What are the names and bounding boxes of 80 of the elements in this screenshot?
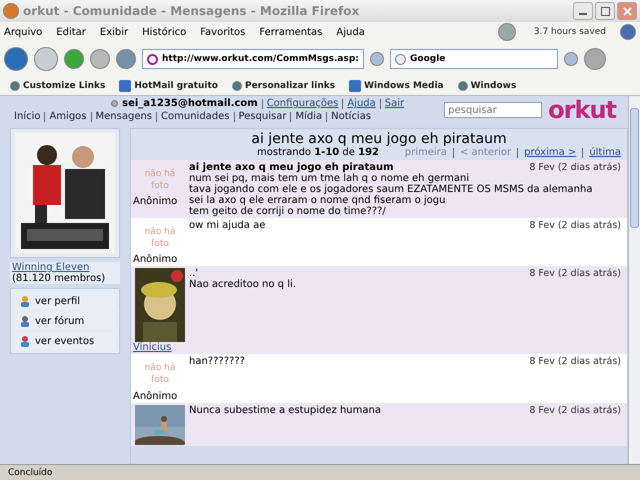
- nav-link[interactable]: Notícias: [331, 111, 372, 122]
- header-link[interactable]: Sair: [384, 98, 404, 109]
- nav-link[interactable]: Mídia: [295, 111, 322, 122]
- header-link[interactable]: Ajuda: [347, 98, 376, 109]
- status-text: Concluído: [0, 464, 640, 480]
- nav-link[interactable]: Comunidades: [161, 111, 230, 122]
- post-text: Nao acreditoo no q li.: [189, 279, 297, 290]
- author-name: Anônimo: [133, 254, 178, 266]
- forward-button[interactable]: [34, 47, 58, 71]
- bookmark-link[interactable]: HotMail gratuito: [119, 80, 218, 92]
- status-dot-icon: [111, 100, 118, 107]
- nav-link[interactable]: Início: [14, 111, 40, 122]
- post-text: sei la axo q ele erraram o nome qnd fiseram o jogu: [189, 195, 446, 206]
- author-link[interactable]: Vinicius: [133, 342, 172, 354]
- stop-button[interactable]: [90, 49, 110, 69]
- bookmark-link[interactable]: Personalizar links: [232, 80, 336, 90]
- reload-button[interactable]: [64, 49, 84, 69]
- menu-item[interactable]: Editar: [56, 26, 86, 38]
- search-field[interactable]: Google: [390, 49, 558, 69]
- msn-icon: [349, 80, 362, 92]
- post-text: ..': [189, 268, 198, 280]
- browser-logo-icon: [3, 3, 19, 19]
- post-title: ai jente axo q meu jogo eh pirataum: [189, 162, 394, 173]
- back-button[interactable]: [4, 47, 28, 71]
- author-name: Anônimo: [133, 390, 178, 402]
- menu-item[interactable]: Ajuda: [336, 26, 365, 38]
- post-text: han???????: [189, 356, 245, 368]
- search-button[interactable]: [564, 52, 578, 66]
- menu-item[interactable]: Histórico: [142, 26, 186, 38]
- post-date: 8 Fev (2 dias atrás): [529, 268, 621, 280]
- no-photo-label: não há foto: [144, 362, 176, 387]
- orb-icon: [498, 23, 516, 41]
- post-text: tava jogando com ele e os jogadores saum EZATAMENTE OS MSMS da alemanha: [189, 184, 594, 195]
- minimize-button[interactable]: [573, 2, 593, 20]
- post-date: 8 Fev (2 dias atrás): [529, 220, 621, 231]
- home-button[interactable]: [116, 49, 136, 69]
- post-text: tem geito de corriji o nome do time???/: [189, 206, 387, 217]
- member-count: (81.120 membros): [12, 273, 106, 284]
- search-engine-icon: [395, 54, 406, 64]
- maximize-button[interactable]: [595, 2, 615, 20]
- bookmark-link[interactable]: Windows Media: [349, 80, 444, 92]
- menu-item[interactable]: Arquivo: [4, 26, 42, 38]
- scroll-thumb[interactable]: [630, 108, 639, 228]
- page-link[interactable]: última: [589, 147, 621, 158]
- adblock-button[interactable]: [584, 48, 606, 70]
- topic-title: ai jente axo q meu jogo eh pirataum: [251, 131, 507, 147]
- url-field[interactable]: http://www.orkut.com/CommMsgs.asp:: [142, 49, 364, 69]
- msn-icon: [119, 80, 132, 92]
- close-icon: [622, 6, 632, 16]
- post-text: num sei pq, mais tem um tme lah q o nome eh germani: [189, 173, 470, 184]
- go-button[interactable]: [370, 52, 384, 66]
- page-link[interactable]: próxima >: [524, 147, 576, 158]
- header-link[interactable]: Configurações: [266, 98, 338, 109]
- post-text: Nunca subestime a estupidez humana: [189, 404, 381, 416]
- window-title: orkut - Comunidade - Mensagens - Mozilla Firefox: [23, 4, 360, 18]
- site-icon: [147, 54, 158, 64]
- post-date: 8 Fev (2 dias atrás): [529, 404, 621, 416]
- bookmark-link[interactable]: Customize Links: [10, 80, 106, 90]
- post-text: ow mi ajuda ae: [189, 220, 266, 231]
- result-count: mostrando 1-10 de 192: [257, 147, 379, 158]
- no-photo-label: não há foto: [144, 168, 176, 192]
- nav-link[interactable]: Amigos: [49, 111, 87, 122]
- menu-item[interactable]: Favoritos: [200, 26, 246, 38]
- community-link[interactable]: Winning Eleven: [12, 262, 90, 273]
- menu-item[interactable]: Exibir: [100, 26, 128, 38]
- no-photo-label: não há foto: [144, 226, 176, 250]
- author-name: Anônimo: [133, 196, 178, 208]
- nav-link[interactable]: Pesquisar: [238, 111, 286, 122]
- person-icon: [19, 295, 31, 307]
- maximize-icon: [600, 6, 610, 16]
- post-date: 8 Fev (2 dias atrás): [529, 356, 621, 368]
- user-email: sei_a1235@hotmail.com: [122, 98, 258, 109]
- scrollbar[interactable]: [628, 96, 640, 464]
- addon-label: 3.7 hours saved: [534, 27, 606, 37]
- menu-item[interactable]: Ferramentas: [259, 26, 322, 38]
- search-field[interactable]: pesquisar: [444, 102, 542, 118]
- nav-link[interactable]: Mensagens: [96, 111, 152, 122]
- orkut-logo: orkut: [548, 98, 616, 122]
- post-date: 8 Fev (2 dias atrás): [529, 162, 621, 173]
- bookmark-link[interactable]: Windows: [458, 80, 516, 90]
